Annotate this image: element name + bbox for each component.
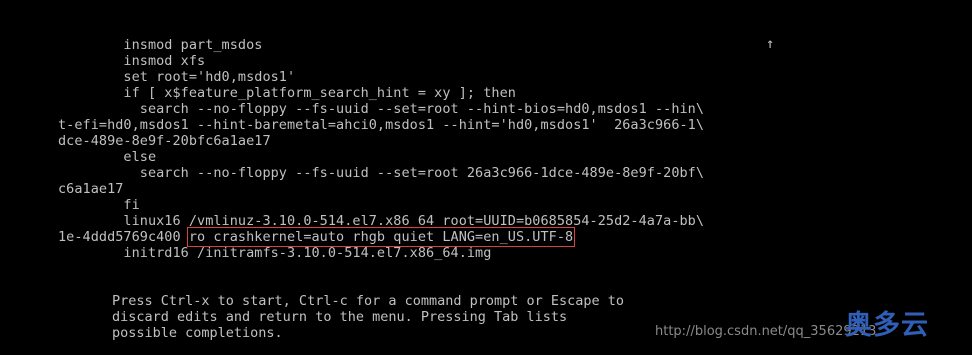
grub-edit-screen: insmod part_msdos insmod xfs set root='h…: [0, 0, 972, 355]
watermark-url: http://blog.csdn.net/qq_35629213: [655, 324, 877, 339]
help-text-line: discard edits and return to the menu. Pr…: [112, 309, 568, 325]
editor-line[interactable]: insmod xfs: [58, 53, 205, 69]
editor-line[interactable]: linux16 /vmlinuz-3.10.0-514.el7.x86_64 r…: [58, 213, 704, 229]
editor-line[interactable]: fi: [58, 197, 140, 213]
editor-line[interactable]: search --no-floppy --fs-uuid --set=root …: [58, 101, 704, 117]
editor-line[interactable]: dce-489e-8e9f-20bfc6a1ae17: [58, 133, 271, 149]
editor-line[interactable]: set root='hd0,msdos1': [58, 69, 295, 85]
scroll-up-icon: ↑: [766, 36, 775, 52]
editor-line[interactable]: t-efi=hd0,msdos1 --hint-baremetal=ahci0,…: [58, 117, 704, 133]
editor-line[interactable]: if [ x$feature_platform_search_hint = xy…: [58, 85, 516, 101]
help-text-line: Press Ctrl-x to start, Ctrl-c for a comm…: [112, 293, 625, 309]
editor-line-initrd[interactable]: initrd16 /initramfs-3.10.0-514.el7.x86_6…: [58, 245, 491, 261]
editor-line[interactable]: insmod part_msdos: [58, 37, 262, 53]
editor-line-kernel-args[interactable]: 1e-4ddd5769c400 ro crashkernel=auto rhgb…: [58, 227, 576, 247]
help-text-line: possible completions.: [112, 325, 283, 341]
uuid-tail: 1e-4ddd5769c400: [58, 229, 189, 245]
editor-line[interactable]: search --no-floppy --fs-uuid --set=root …: [58, 165, 704, 181]
editor-line[interactable]: c6a1ae17: [58, 181, 123, 197]
editor-line[interactable]: else: [58, 149, 156, 165]
watermark-logo: 奥多云: [845, 310, 929, 341]
highlighted-kernel-args: ro crashkernel=auto rhgb quiet LANG=en_U…: [186, 227, 576, 247]
